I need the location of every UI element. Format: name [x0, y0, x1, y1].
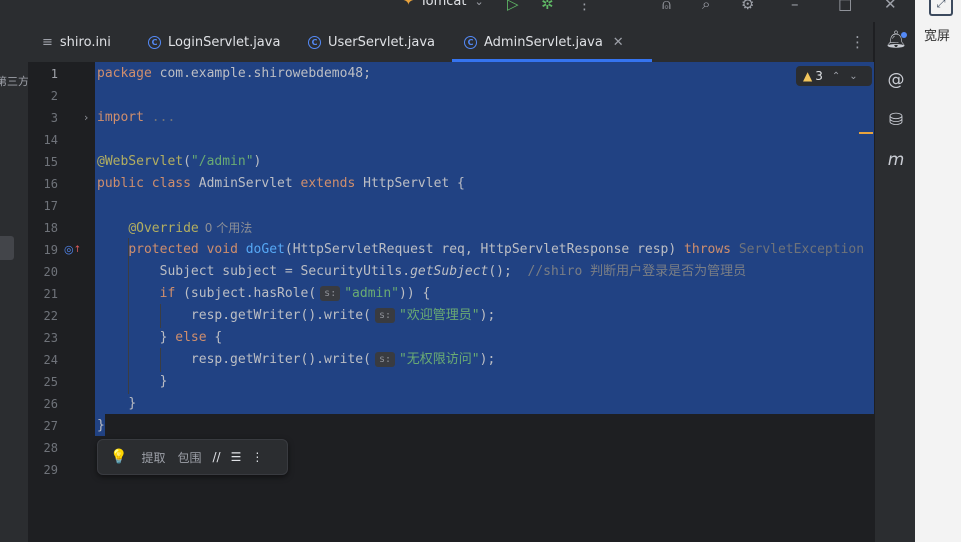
- close-window-icon[interactable]: ✕: [884, 0, 897, 12]
- code-line-3: import ...: [97, 110, 176, 125]
- run-config-selector[interactable]: ✦ Tomcat ⌄: [403, 0, 484, 9]
- more-tabs-icon[interactable]: ⋮: [850, 33, 865, 51]
- line-number: 16: [43, 177, 58, 191]
- right-tool-strip: 🔔︎ @ ⛁ m: [874, 22, 916, 542]
- java-class-icon: C: [464, 35, 477, 49]
- search-icon[interactable]: ⌕: [702, 0, 710, 12]
- line-number: 15: [43, 155, 58, 169]
- parameter-hint: s:: [374, 308, 395, 323]
- line-number: 24: [43, 353, 58, 367]
- widescreen-label[interactable]: 宽屏: [924, 25, 950, 44]
- error-underline: [486, 59, 558, 61]
- tomcat-icon: ✦: [403, 0, 414, 9]
- line-number: 28: [43, 441, 58, 455]
- tab-shiro-ini[interactable]: ≡ shiro.ini: [42, 22, 111, 62]
- line-number: 26: [43, 397, 58, 411]
- selected-tool-indicator[interactable]: [0, 236, 14, 260]
- code-line-24: resp.getWriter().write(s: "无权限访问");: [190, 352, 496, 367]
- parameter-hint: s:: [374, 352, 395, 367]
- editor-tab-bar: ≡ shiro.ini C LoginServlet.java C UserServl…: [28, 22, 873, 63]
- notification-dot: [901, 32, 907, 38]
- minimize-icon[interactable]: –: [791, 0, 799, 12]
- line-number: 19: [43, 243, 58, 257]
- line-number: 27: [43, 419, 58, 433]
- debug-icon[interactable]: ✲: [541, 0, 554, 12]
- close-tab-icon[interactable]: ✕: [613, 35, 624, 50]
- tab-login-servlet[interactable]: C LoginServlet.java: [148, 22, 280, 62]
- line-number: 1: [50, 67, 58, 81]
- chevron-down-icon: ⌄: [474, 0, 484, 8]
- code-line-1: package com.example.shirowebdemo48;: [97, 66, 371, 81]
- usages-hint: 0 个用法: [204, 221, 253, 235]
- code-line-19: protected void doGet(HttpServletRequest …: [128, 242, 865, 257]
- line-number: 14: [43, 133, 58, 147]
- line-number-gutter[interactable]: 1 2 3 14 15 16 17 18 19 20 21 22 23 24 2…: [28, 62, 96, 542]
- warning-count: 3: [815, 69, 823, 83]
- comment-icon[interactable]: //: [212, 450, 220, 464]
- warning-icon: ▲: [803, 69, 813, 83]
- code-line-25: }: [159, 374, 168, 389]
- add-user-icon[interactable]: ⍝: [662, 0, 671, 12]
- outer-side-panel: ⤢ 宽屏: [915, 0, 961, 542]
- database-icon[interactable]: ⛁: [885, 110, 907, 130]
- override-method-icon[interactable]: ◎↑: [64, 239, 81, 261]
- line-number: 18: [43, 221, 58, 235]
- line-number: 3: [50, 111, 58, 125]
- parameter-hint: s:: [320, 286, 341, 301]
- code-line-23: } else {: [159, 330, 223, 345]
- maximize-icon[interactable]: □: [838, 0, 852, 12]
- tab-label: UserServlet.java: [328, 34, 435, 50]
- inspection-widget[interactable]: ▲ 3 ⌃ ⌄: [796, 66, 872, 86]
- code-line-22: resp.getWriter().write(s: "欢迎管理员");: [190, 308, 496, 323]
- notifications-icon[interactable]: 🔔︎: [885, 30, 907, 50]
- next-problem-icon[interactable]: ⌄: [849, 71, 857, 82]
- surround-button[interactable]: 包围: [177, 449, 201, 466]
- fold-expand-icon[interactable]: ›: [84, 107, 88, 129]
- code-line-21: if (subject.hasRole(s: "admin")) {: [159, 286, 431, 301]
- line-number: 25: [43, 375, 58, 389]
- tab-label: AdminServlet.java: [484, 34, 603, 50]
- more-actions-icon[interactable]: ⋮: [577, 0, 592, 12]
- ai-assistant-icon[interactable]: @: [885, 70, 907, 90]
- title-bar: ✦ Tomcat ⌄ ▷ ✲ ⋮ ⍝ ⌕ ⚙ – □ ✕: [0, 0, 915, 22]
- tab-label: shiro.ini: [59, 34, 111, 50]
- code-line-16: public class AdminServlet extends HttpSe…: [97, 176, 465, 191]
- code-line-20: Subject subject = SecurityUtils.getSubje…: [159, 264, 747, 279]
- tab-user-servlet[interactable]: C UserServlet.java: [308, 22, 435, 62]
- line-number: 29: [43, 463, 58, 477]
- tab-label: LoginServlet.java: [168, 34, 281, 50]
- tab-admin-servlet[interactable]: C AdminServlet.java ✕: [452, 22, 652, 62]
- maven-icon[interactable]: m: [885, 150, 907, 170]
- line-number: 17: [43, 199, 58, 213]
- line-number: 22: [43, 309, 58, 323]
- widescreen-icon[interactable]: ⤢: [929, 0, 953, 16]
- extract-button[interactable]: 提取: [141, 449, 165, 466]
- run-config-label: Tomcat: [419, 0, 467, 9]
- lightbulb-icon[interactable]: 💡: [110, 449, 127, 465]
- code-line-26: }: [128, 396, 137, 411]
- line-number: 23: [43, 331, 58, 345]
- floating-code-toolbar: 💡 提取 包围 // ☰ ⋮: [97, 439, 288, 475]
- line-number: 2: [50, 89, 58, 103]
- code-line-18: @Override 0 个用法: [128, 221, 253, 236]
- settings-icon[interactable]: ⚙: [741, 0, 754, 12]
- ini-file-icon: ≡: [42, 34, 53, 50]
- reformat-icon[interactable]: ☰: [231, 450, 242, 464]
- previous-problem-icon[interactable]: ⌃: [832, 71, 840, 82]
- run-icon[interactable]: ▷: [507, 0, 519, 12]
- java-class-icon: C: [308, 35, 321, 49]
- line-number: 21: [43, 287, 58, 301]
- scrollbar-warning-marker[interactable]: [859, 132, 873, 134]
- line-number: 20: [43, 265, 58, 279]
- code-line-15: @WebServlet("/admin"): [97, 154, 262, 169]
- more-icon[interactable]: ⋮: [251, 450, 263, 464]
- java-class-icon: C: [148, 35, 161, 49]
- code-line-27: }: [97, 418, 105, 433]
